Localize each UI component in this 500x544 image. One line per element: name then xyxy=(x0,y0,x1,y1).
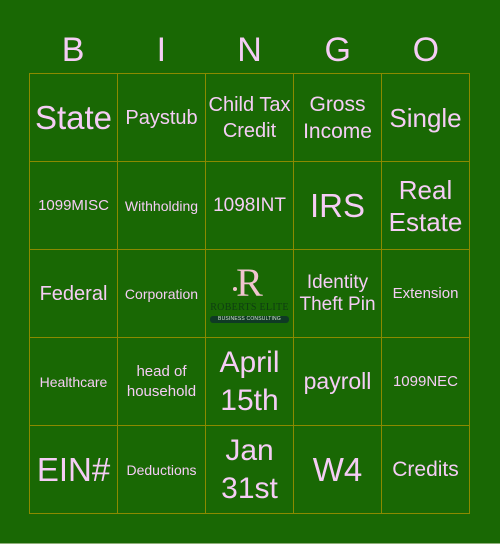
bingo-cell[interactable]: Single xyxy=(382,74,470,162)
bingo-cell[interactable]: Child Tax Credit xyxy=(206,74,294,162)
header-letter-n: N xyxy=(237,31,262,69)
bingo-cell[interactable]: 1099MISC xyxy=(30,162,118,250)
bingo-cell[interactable]: 1098INT xyxy=(206,162,294,250)
logo-r-icon: R xyxy=(233,259,263,305)
bingo-cell[interactable]: Extension xyxy=(382,250,470,338)
bingo-cell[interactable]: Corporation xyxy=(118,250,206,338)
bingo-cell[interactable]: State xyxy=(30,74,118,162)
free-space[interactable]: R ROBERTS ELITE BUSINESS CONSULTING xyxy=(206,250,294,338)
bingo-cell[interactable]: Healthcare xyxy=(30,338,118,426)
roberts-elite-logo: R ROBERTS ELITE BUSINESS CONSULTING xyxy=(208,259,291,323)
logo-tagline: BUSINESS CONSULTING xyxy=(210,315,289,323)
header-letter-b: B xyxy=(61,31,85,69)
bingo-cell[interactable]: head of household xyxy=(118,338,206,426)
bingo-board: State Paystub Child Tax Credit Gross Inc… xyxy=(29,73,470,514)
bingo-cell[interactable]: Gross Income xyxy=(294,74,382,162)
bingo-cell[interactable]: W4 xyxy=(294,426,382,514)
header-letter-g: G xyxy=(324,31,351,69)
bingo-cell[interactable]: payroll xyxy=(294,338,382,426)
bingo-cell[interactable]: Paystub xyxy=(118,74,206,162)
header-letter-o: O xyxy=(412,31,440,69)
header-letter-i: I xyxy=(156,31,167,69)
bingo-header: B I N G O xyxy=(29,28,470,73)
bingo-cell[interactable]: IRS xyxy=(294,162,382,250)
bingo-cell[interactable]: Credits xyxy=(382,426,470,514)
bingo-cell[interactable]: Identity Theft Pin xyxy=(294,250,382,338)
bingo-cell[interactable]: April 15th xyxy=(206,338,294,426)
bingo-cell[interactable]: Jan 31st xyxy=(206,426,294,514)
bingo-cell[interactable]: EIN# xyxy=(30,426,118,514)
bingo-cell[interactable]: Federal xyxy=(30,250,118,338)
bingo-cell[interactable]: Real Estate xyxy=(382,162,470,250)
bingo-cell[interactable]: Withholding xyxy=(118,162,206,250)
bingo-cell[interactable]: 1099NEC xyxy=(382,338,470,426)
bingo-cell[interactable]: Deductions xyxy=(118,426,206,514)
